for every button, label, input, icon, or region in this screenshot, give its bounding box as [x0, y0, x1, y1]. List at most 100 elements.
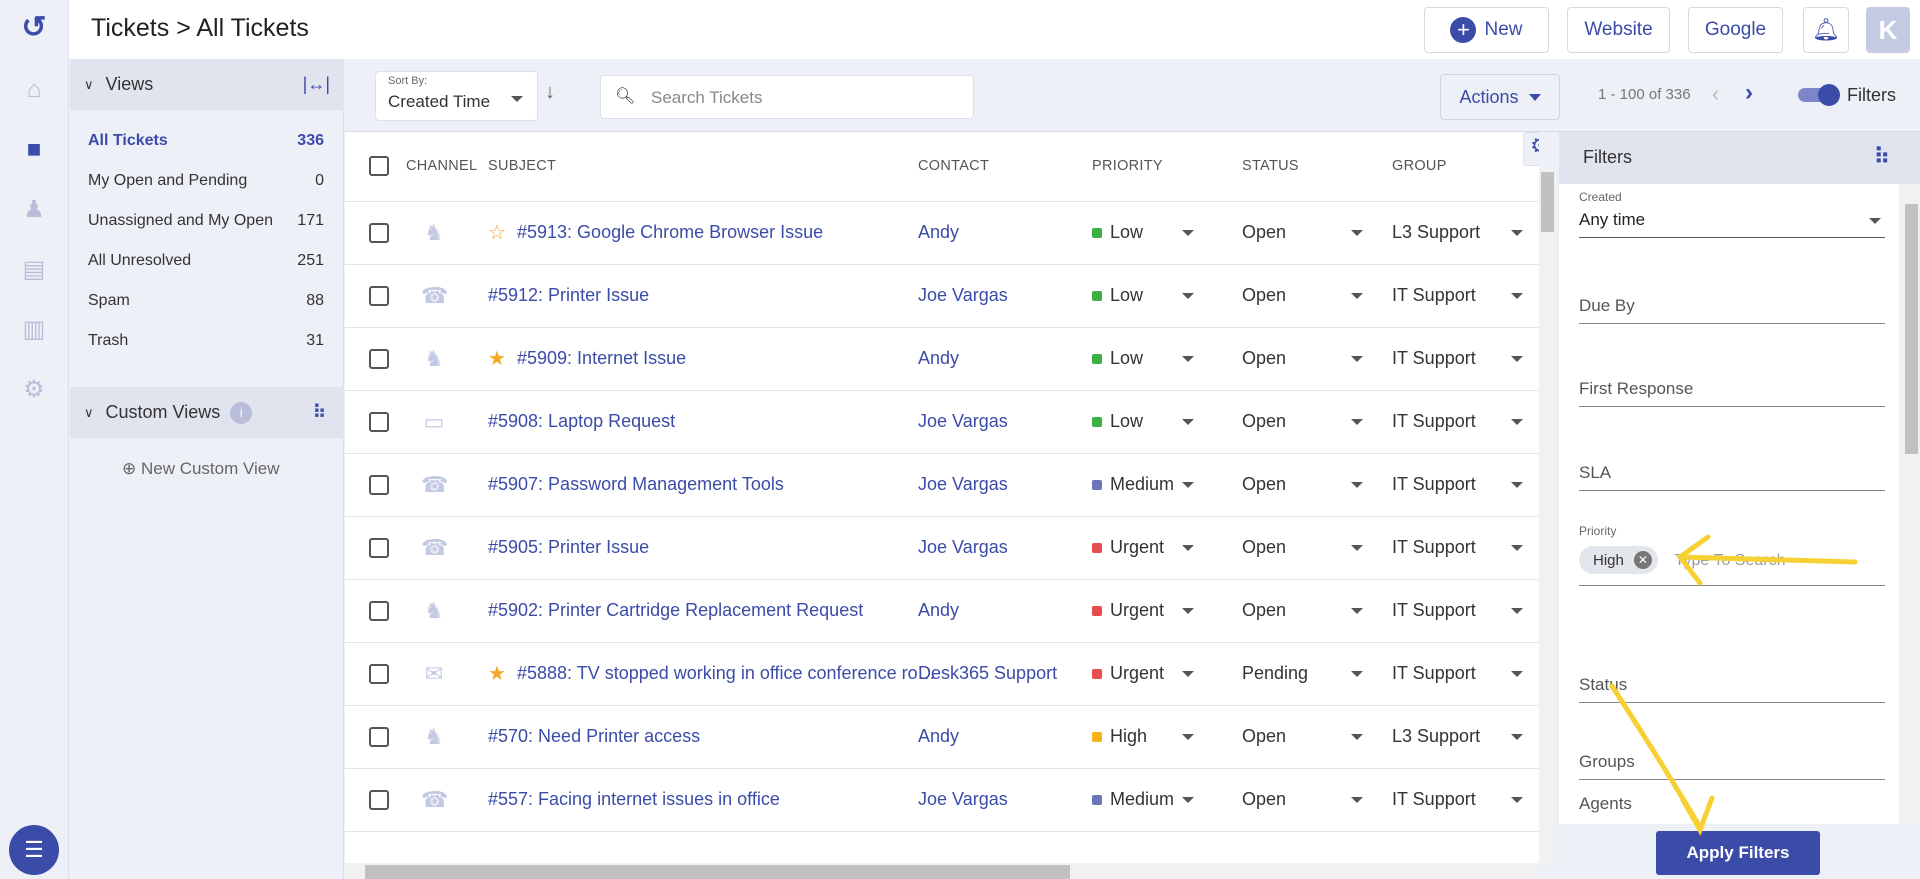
view-item-my-open-pending[interactable]: My Open and Pending 0 — [88, 172, 324, 190]
contact-link[interactable]: Andy — [918, 348, 959, 369]
ticket-subject-link[interactable]: #5888: TV stopped working in office conf… — [517, 663, 937, 684]
actions-button[interactable]: Actions — [1440, 74, 1560, 120]
row-checkbox[interactable] — [369, 538, 389, 558]
views-header[interactable]: ∨ Views |↔| — [70, 59, 344, 110]
reports-icon[interactable]: ▥ — [20, 316, 48, 344]
row-checkbox[interactable] — [369, 412, 389, 432]
group-select[interactable]: L3 Support — [1392, 222, 1480, 243]
status-select[interactable]: Open — [1242, 348, 1286, 369]
star-icon[interactable]: ★ — [488, 661, 506, 686]
view-item-unassigned[interactable]: Unassigned and My Open 171 — [88, 212, 324, 230]
contact-link[interactable]: Desk365 Support — [918, 663, 1057, 684]
due-by-field[interactable]: Due By — [1579, 288, 1885, 324]
priority-select[interactable]: Urgent — [1092, 537, 1164, 558]
drag-handle-icon[interactable]: ⠷ — [313, 402, 326, 423]
select-all-checkbox[interactable] — [369, 156, 389, 176]
custom-views-header[interactable]: ∨ Custom Views i ⠷ — [70, 387, 344, 438]
status-select[interactable]: Open — [1242, 222, 1286, 243]
table-row[interactable]: ♞ #570: Need Printer access Andy High Op… — [345, 706, 1539, 769]
group-select[interactable]: IT Support — [1392, 411, 1476, 432]
vertical-scrollbar[interactable] — [1539, 168, 1556, 863]
contact-link[interactable]: Andy — [918, 600, 959, 621]
status-select[interactable]: Open — [1242, 726, 1286, 747]
group-select[interactable]: L3 Support — [1392, 726, 1480, 747]
remove-chip-icon[interactable]: ✕ — [1633, 551, 1652, 569]
drag-handle-icon[interactable]: ⠷ — [1874, 144, 1890, 170]
star-icon[interactable]: ★ — [488, 346, 506, 371]
group-select[interactable]: IT Support — [1392, 537, 1476, 558]
expand-width-icon[interactable]: |↔| — [303, 74, 330, 95]
info-icon[interactable]: i — [230, 401, 253, 424]
ticket-subject-link[interactable]: #557: Facing internet issues in office — [488, 789, 780, 810]
home-icon[interactable]: ⌂ — [20, 76, 48, 104]
header-channel[interactable]: CHANNEL — [406, 158, 477, 174]
table-row[interactable]: ☎ #5905: Printer Issue Joe Vargas Urgent… — [345, 517, 1539, 580]
group-select[interactable]: IT Support — [1392, 600, 1476, 621]
star-icon[interactable]: ☆ — [488, 220, 506, 245]
website-button[interactable]: Website — [1567, 7, 1670, 53]
row-checkbox[interactable] — [369, 223, 389, 243]
contact-link[interactable]: Joe Vargas — [918, 474, 1008, 495]
priority-select[interactable]: Low — [1092, 348, 1143, 369]
knowledge-base-icon[interactable]: ▤ — [20, 256, 48, 284]
view-item-all-tickets[interactable]: All Tickets 336 — [88, 132, 324, 150]
status-select[interactable]: Open — [1242, 789, 1286, 810]
groups-field[interactable]: Groups — [1579, 744, 1885, 780]
chat-icon[interactable]: ☰ — [9, 825, 59, 875]
next-page-icon[interactable]: › — [1745, 79, 1753, 107]
contact-link[interactable]: Joe Vargas — [918, 537, 1008, 558]
status-select[interactable]: Open — [1242, 411, 1286, 432]
header-subject[interactable]: SUBJECT — [488, 158, 556, 174]
ticket-subject-link[interactable]: #570: Need Printer access — [488, 726, 700, 747]
sort-direction-arrow-icon[interactable]: ↓ — [545, 81, 555, 104]
contact-link[interactable]: Joe Vargas — [918, 789, 1008, 810]
row-checkbox[interactable] — [369, 349, 389, 369]
filters-scrollbar[interactable] — [1903, 184, 1920, 824]
ticket-subject-link[interactable]: #5902: Printer Cartridge Replacement Req… — [488, 600, 863, 621]
view-item-spam[interactable]: Spam 88 — [88, 292, 324, 310]
view-item-trash[interactable]: Trash 31 — [88, 332, 324, 350]
agents-field[interactable]: Agents — [1579, 790, 1885, 820]
status-select[interactable]: Open — [1242, 474, 1286, 495]
priority-select[interactable]: Low — [1092, 285, 1143, 306]
status-select[interactable]: Open — [1242, 285, 1286, 306]
horizontal-scrollbar[interactable] — [345, 863, 1539, 879]
header-priority[interactable]: PRIORITY — [1092, 158, 1163, 174]
header-group[interactable]: GROUP — [1392, 158, 1447, 174]
group-select[interactable]: IT Support — [1392, 285, 1476, 306]
column-settings-gear-icon[interactable]: ⚙ — [1523, 132, 1539, 166]
status-select[interactable]: Open — [1242, 537, 1286, 558]
table-row[interactable]: ▭ #5908: Laptop Request Joe Vargas Low O… — [345, 391, 1539, 454]
new-custom-view-link[interactable]: ⊕ New Custom View — [122, 459, 280, 479]
row-checkbox[interactable] — [369, 727, 389, 747]
table-row[interactable]: ♞ ★ #5909: Internet Issue Andy Low Open I… — [345, 328, 1539, 391]
new-button[interactable]: + New — [1424, 7, 1549, 53]
table-row[interactable]: ☎ #557: Facing internet issues in office… — [345, 769, 1539, 832]
ticket-subject-link[interactable]: #5909: Internet Issue — [517, 348, 686, 369]
ticket-subject-link[interactable]: #5912: Printer Issue — [488, 285, 649, 306]
settings-icon[interactable]: ⚙ — [20, 376, 48, 404]
created-select[interactable]: Any time — [1579, 202, 1885, 238]
row-checkbox[interactable] — [369, 790, 389, 810]
status-select[interactable]: Open — [1242, 600, 1286, 621]
scrollbar-thumb[interactable] — [1905, 204, 1918, 454]
sla-field[interactable]: SLA — [1579, 455, 1885, 491]
table-row[interactable]: ✉ ★ #5888: TV stopped working in office c… — [345, 643, 1539, 706]
scrollbar-thumb[interactable] — [365, 865, 1070, 879]
priority-field[interactable]: High ✕ Type To Search — [1579, 540, 1885, 586]
avatar[interactable]: K — [1866, 7, 1910, 53]
priority-select[interactable]: Low — [1092, 222, 1143, 243]
contact-link[interactable]: Andy — [918, 726, 959, 747]
view-item-all-unresolved[interactable]: All Unresolved 251 — [88, 252, 324, 270]
group-select[interactable]: IT Support — [1392, 348, 1476, 369]
filters-toggle[interactable] — [1798, 84, 1840, 106]
ticket-subject-link[interactable]: #5905: Printer Issue — [488, 537, 649, 558]
group-select[interactable]: IT Support — [1392, 474, 1476, 495]
table-row[interactable]: ♞ #5902: Printer Cartridge Replacement R… — [345, 580, 1539, 643]
status-select[interactable]: Pending — [1242, 663, 1308, 684]
first-response-field[interactable]: First Response — [1579, 371, 1885, 407]
row-checkbox[interactable] — [369, 601, 389, 621]
row-checkbox[interactable] — [369, 475, 389, 495]
prev-page-icon[interactable]: ‹ — [1712, 81, 1719, 107]
priority-select[interactable]: Urgent — [1092, 663, 1164, 684]
